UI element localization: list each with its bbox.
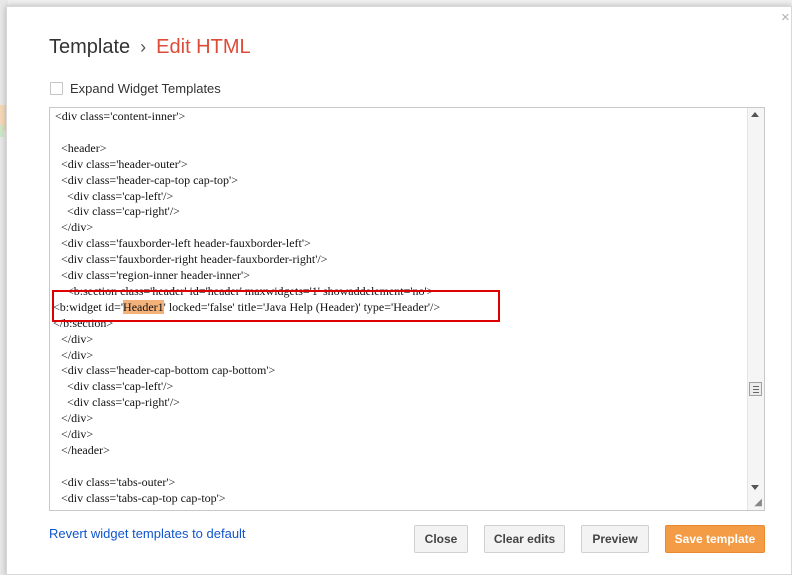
code-line: <div class='header-outer'> xyxy=(55,156,188,171)
code-line: </div> xyxy=(55,411,94,426)
code-line: </div> xyxy=(55,347,94,362)
scrollbar-thumb[interactable] xyxy=(749,382,762,396)
code-line: <div class='content-inner'> xyxy=(55,109,186,123)
code-line: <div class='cap-left'/> xyxy=(55,379,174,394)
clear-edits-button[interactable]: Clear edits xyxy=(484,525,565,553)
code-line: <div class='cap-right'/> xyxy=(55,204,180,219)
chevron-right-icon: › xyxy=(140,37,147,57)
scroll-down-arrow-icon[interactable] xyxy=(751,485,759,490)
breadcrumb-template[interactable]: Template xyxy=(49,36,130,58)
code-line: <div class='fauxborder-right header-faux… xyxy=(55,252,328,267)
code-line: <div class='cap-left'/> xyxy=(55,188,174,203)
revert-widget-templates-link[interactable]: Revert widget templates to default xyxy=(49,526,246,541)
expand-widget-templates-checkbox[interactable] xyxy=(50,82,63,95)
code-line: </div> xyxy=(55,427,94,441)
code-line: <div class='header-cap-bottom cap-bottom… xyxy=(55,363,276,378)
code-line: <header> xyxy=(55,140,107,155)
code-line: <div class='tabs-outer'> xyxy=(55,474,176,489)
resize-handle-icon[interactable]: ◢ xyxy=(754,498,762,508)
code-line: <div class='fauxborder-left header-fauxb… xyxy=(55,236,311,251)
code-line: </div> xyxy=(55,331,94,346)
code-line: </header> xyxy=(55,442,110,457)
preview-button[interactable]: Preview xyxy=(581,525,649,553)
save-template-button[interactable]: Save template xyxy=(665,525,765,553)
background-mark xyxy=(0,125,4,137)
code-line: <div class='header-cap-top cap-top'> xyxy=(55,172,238,187)
page-title: Edit HTML xyxy=(156,36,251,58)
expand-widget-templates-label: Expand Widget Templates xyxy=(70,81,221,96)
code-line: <div class='tabs-cap-top cap-top'> xyxy=(55,490,226,505)
close-dialog-icon[interactable]: × xyxy=(781,10,790,25)
breadcrumb: Template › Edit HTML xyxy=(49,36,251,59)
editor-scrollbar[interactable] xyxy=(747,108,764,510)
annotation-highlight-box xyxy=(52,290,500,322)
close-button[interactable]: Close xyxy=(414,525,468,553)
code-line: <div class='region-inner header-inner'> xyxy=(55,268,250,282)
scroll-up-arrow-icon[interactable] xyxy=(751,112,759,117)
code-line: </div> xyxy=(55,220,94,235)
code-line: <div class='cap-right'/> xyxy=(55,395,180,410)
expand-widget-templates-option[interactable]: Expand Widget Templates xyxy=(50,81,221,96)
